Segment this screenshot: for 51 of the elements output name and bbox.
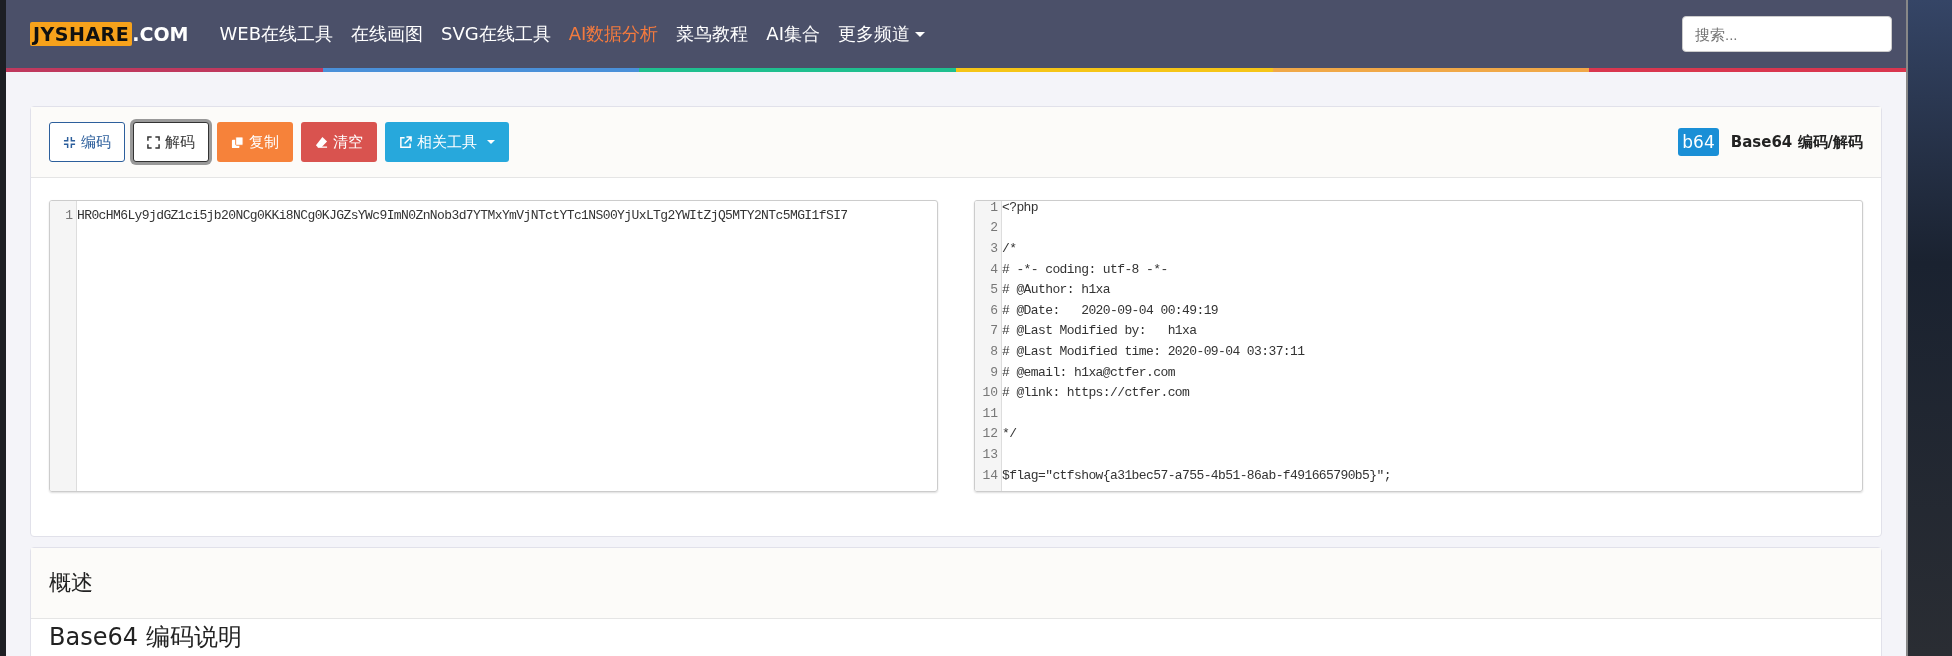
logo-box-text: JYSHARE: [30, 22, 133, 46]
nav-link[interactable]: WEB在线工具: [210, 22, 342, 46]
code-line: # @Last Modified time: 2020-09-04 03:37:11: [1001, 343, 1305, 359]
line-number: 6: [989, 302, 999, 318]
line-number: 1: [989, 201, 999, 215]
section-heading: Base64 编码说明: [49, 623, 242, 651]
eraser-icon: [315, 135, 328, 149]
nav-link[interactable]: 菜鸟教程: [667, 22, 758, 46]
line-number: 2: [989, 220, 999, 236]
line-number: 14: [981, 467, 999, 483]
code-line: # @link: https://ctfer.com: [1001, 385, 1190, 401]
code-line: # @Last Modified by: h1xa: [1001, 323, 1197, 339]
code-line: */: [1001, 426, 1017, 442]
line-number: 10: [981, 385, 999, 401]
nav-link[interactable]: AI集合: [757, 22, 829, 46]
code-line: # -*- coding: utf-8 -*-: [1001, 261, 1168, 277]
line-number: 9: [989, 364, 999, 380]
nav-link[interactable]: 在线画图: [342, 22, 432, 46]
line-number: 11: [981, 405, 999, 421]
toolbar-button[interactable]: 解码: [133, 122, 209, 162]
line-number: 8: [989, 343, 999, 359]
code-line: HR0cHM6Ly9jdGZ1ci5jb20NCg0KKi8NCg0KJGZsYWc9ImN0ZnNob3d7YTMxYmVjNTctYTc1NS00YjUxLTg2YWItZjQ5MTY2NTc5MGI1fSI7: [76, 207, 848, 223]
tool-title: Base64 编码/解码: [1730, 132, 1863, 152]
search-field[interactable]: 搜索...: [1682, 16, 1892, 52]
compress-icon: [63, 135, 76, 149]
toolbar-button[interactable]: 编码: [49, 122, 125, 162]
copy-icon: [231, 135, 244, 149]
line-number: 5: [989, 282, 999, 298]
line-number: 12: [981, 426, 999, 442]
line-number: 13: [981, 446, 999, 462]
code-line: # @Date: 2020-09-04 00:49:19: [1001, 302, 1219, 318]
output-editor[interactable]: [974, 200, 1863, 492]
code-line: # @email: h1xa@ctfer.com: [1001, 364, 1175, 380]
code-line: $flag="ctfshow{a31bec57-a755-4b51-86ab-f491665790b5}";: [1001, 467, 1391, 483]
site-logo[interactable]: JYSHARE.COM: [30, 22, 189, 46]
expand-icon: [147, 135, 160, 149]
code-line: <?php: [1001, 201, 1038, 215]
toolbar-button[interactable]: 清空: [301, 122, 377, 162]
nav-link[interactable]: SVG在线工具: [432, 22, 560, 46]
line-number: 3: [989, 241, 999, 256]
external-link-icon: [399, 135, 412, 149]
nav-link[interactable]: 更多频道: [828, 22, 934, 46]
code-line: /*: [1001, 241, 1017, 256]
input-editor[interactable]: 1 HR0cHM6Ly9jdGZ1ci5jb20NCg0KKi8NCg0KJGZsYWc9ImN0ZnNob3d7YTMxYmVjNTctYTc1NS00YjUxLTg2YWItZjQ5MTY2NTc5MGI1fSI7: [49, 200, 938, 492]
line-number: 1: [64, 207, 74, 223]
code-line: # @Author: h1xa: [1001, 282, 1111, 298]
tool-badge: b64: [1678, 128, 1719, 156]
line-number: 4: [989, 261, 999, 277]
logo-suffix-text: .COM: [132, 23, 189, 45]
section-header: 概述: [49, 569, 93, 597]
line-number: 7: [989, 323, 999, 339]
